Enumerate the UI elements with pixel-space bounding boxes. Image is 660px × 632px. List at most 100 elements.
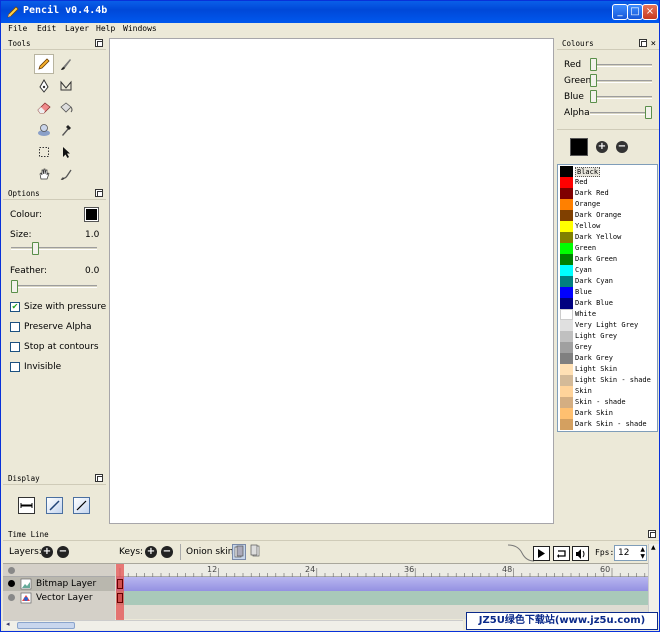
- colour-list-item[interactable]: Light Grey: [560, 331, 656, 342]
- add-key-button[interactable]: +: [145, 546, 157, 558]
- colour-list-item[interactable]: Green: [560, 243, 656, 254]
- alpha-slider-track[interactable]: [590, 112, 652, 115]
- menu-layer[interactable]: Layer: [65, 24, 89, 33]
- onion-skin-next-toggle[interactable]: [249, 544, 263, 560]
- feather-slider-thumb[interactable]: [11, 280, 18, 293]
- loop-button[interactable]: [553, 546, 570, 561]
- timeline-vertical-scrollbar[interactable]: ▲: [648, 544, 659, 621]
- colour-list-item[interactable]: Very Light Grey: [560, 320, 656, 331]
- colour-list-item[interactable]: Dark Skin: [560, 408, 656, 419]
- invisible-checkbox[interactable]: [10, 362, 20, 372]
- scroll-left-icon[interactable]: ◂: [6, 620, 10, 628]
- colour-swatch-button[interactable]: [84, 207, 99, 222]
- colour-list-item[interactable]: Dark Red: [560, 188, 656, 199]
- colour-palette-list[interactable]: Black Red Dark Red Orange Dark Orange Yellow D…: [557, 164, 658, 432]
- colour-list-item[interactable]: Light Skin: [560, 364, 656, 375]
- colour-list-item[interactable]: Dark Green: [560, 254, 656, 265]
- fps-value[interactable]: 12: [618, 548, 629, 558]
- play-button[interactable]: [533, 546, 550, 561]
- spin-down-icon[interactable]: ▼: [640, 553, 645, 560]
- float-panel-icon[interactable]: [95, 474, 103, 482]
- thin-lines-toggle[interactable]: [18, 497, 35, 514]
- keyframe[interactable]: [117, 593, 123, 603]
- sound-button[interactable]: [572, 546, 589, 561]
- colour-list-item[interactable]: Black: [560, 166, 656, 177]
- colour-list-item[interactable]: Grey: [560, 342, 656, 353]
- menu-edit[interactable]: Edit: [37, 24, 56, 33]
- colour-list-item[interactable]: Dark Yellow: [560, 232, 656, 243]
- colour-list-item[interactable]: Skin: [560, 386, 656, 397]
- pen-tool[interactable]: [34, 76, 54, 96]
- hand-tool[interactable]: [34, 164, 54, 184]
- float-panel-icon[interactable]: [639, 39, 647, 47]
- preserve-alpha-checkbox[interactable]: [10, 322, 20, 332]
- remove-layer-button[interactable]: −: [57, 546, 69, 558]
- colour-list-item[interactable]: Orange: [560, 199, 656, 210]
- eraser-tool[interactable]: [34, 98, 54, 118]
- eyedropper-tool[interactable]: [56, 120, 76, 140]
- colour-list-item[interactable]: Dark Skin - shade: [560, 419, 656, 430]
- float-panel-icon[interactable]: [95, 189, 103, 197]
- float-panel-icon[interactable]: [648, 530, 656, 538]
- visibility-all-icon[interactable]: [8, 567, 15, 574]
- colour-list-item[interactable]: Dark Grey: [560, 353, 656, 364]
- pencil-tool[interactable]: [34, 54, 54, 74]
- scrollbar-thumb[interactable]: [17, 622, 75, 629]
- colour-list-item[interactable]: Dark Blue: [560, 298, 656, 309]
- spin-up-icon[interactable]: ▲: [640, 546, 645, 553]
- playhead[interactable]: [116, 564, 124, 620]
- menu-help[interactable]: Help: [96, 24, 115, 33]
- add-colour-button[interactable]: +: [596, 141, 608, 153]
- colour-list-item[interactable]: Yellow: [560, 221, 656, 232]
- visibility-eye-icon[interactable]: [8, 580, 15, 587]
- polyline-tool[interactable]: [56, 76, 76, 96]
- close-button[interactable]: ×: [642, 4, 658, 20]
- stop-at-contours-checkbox[interactable]: [10, 342, 20, 352]
- select-tool[interactable]: [34, 142, 54, 162]
- bucket-tool[interactable]: [56, 98, 76, 118]
- keyframe[interactable]: [117, 579, 123, 589]
- current-colour-swatch[interactable]: [570, 138, 588, 156]
- feather-slider-track[interactable]: [11, 285, 97, 288]
- mirror-toggle[interactable]: [73, 497, 90, 514]
- colour-list-item[interactable]: Red: [560, 177, 656, 188]
- layer-row-bitmap[interactable]: Bitmap Layer: [3, 577, 115, 591]
- float-panel-icon[interactable]: [95, 39, 103, 47]
- close-panel-icon[interactable]: ×: [651, 38, 656, 50]
- colour-list-item[interactable]: Blue: [560, 287, 656, 298]
- scroll-up-icon[interactable]: ▲: [651, 544, 656, 551]
- vector-layer-track[interactable]: [116, 591, 648, 605]
- brush-tool[interactable]: [56, 54, 76, 74]
- layer-row-vector[interactable]: Vector Layer: [3, 591, 115, 605]
- red-slider-thumb[interactable]: [590, 58, 597, 71]
- maximize-button[interactable]: □: [627, 4, 643, 20]
- alpha-slider-thumb[interactable]: [645, 106, 652, 119]
- remove-key-button[interactable]: −: [161, 546, 173, 558]
- frame-ruler[interactable]: [116, 564, 648, 577]
- colour-list-item[interactable]: Skin - shade: [560, 397, 656, 408]
- outlines-toggle[interactable]: [46, 497, 63, 514]
- minimize-button[interactable]: _: [612, 4, 628, 20]
- colour-list-item[interactable]: Cyan: [560, 265, 656, 276]
- size-with-pressure-checkbox[interactable]: ✔: [10, 302, 20, 312]
- timeline-horizontal-scrollbar[interactable]: ◂: [3, 620, 463, 630]
- bitmap-layer-track[interactable]: [116, 577, 648, 591]
- size-slider-track[interactable]: [11, 247, 97, 250]
- drawing-canvas[interactable]: [109, 38, 554, 524]
- size-slider-thumb[interactable]: [32, 242, 40, 255]
- blue-slider-track[interactable]: [590, 96, 652, 99]
- green-slider-track[interactable]: [590, 80, 652, 83]
- clear-tool[interactable]: [56, 164, 76, 184]
- green-slider-thumb[interactable]: [590, 74, 597, 87]
- colour-list-item[interactable]: Dark Orange: [560, 210, 656, 221]
- move-tool[interactable]: [56, 142, 76, 162]
- add-layer-button[interactable]: +: [41, 546, 53, 558]
- title-bar[interactable]: Pencil v0.4.4b _ □ ×: [1, 1, 659, 23]
- colour-list-item[interactable]: Light Skin - shade: [560, 375, 656, 386]
- visibility-eye-icon[interactable]: [8, 594, 15, 601]
- fps-spinbox[interactable]: 12 ▲ ▼: [614, 545, 647, 561]
- menu-windows[interactable]: Windows: [123, 24, 157, 33]
- menu-file[interactable]: File: [8, 24, 27, 33]
- colour-list-item[interactable]: Dark Cyan: [560, 276, 656, 287]
- remove-colour-button[interactable]: −: [616, 141, 628, 153]
